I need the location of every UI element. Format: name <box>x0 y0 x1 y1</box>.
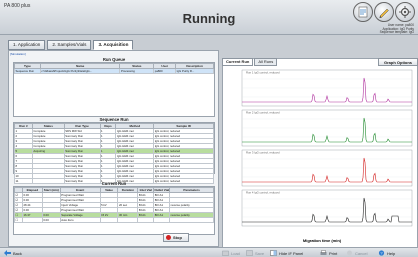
current-run-cell <box>21 217 43 223</box>
tools-icon[interactable] <box>395 2 415 22</box>
load-label: Load <box>231 250 240 256</box>
disk-icon <box>246 250 253 256</box>
tab-current-run[interactable]: Current Run <box>222 58 254 66</box>
run-queue-cell: c:\32karat\Projects\IgG Purity\Data\IgG.… <box>39 68 121 74</box>
current-run-cell: Auto Zero <box>59 217 101 223</box>
trace-label: Run 4 IgG control, reduced <box>246 191 280 195</box>
run-queue-section: Run Queue Type Name Status User Description … <box>13 57 215 117</box>
stop-button[interactable]: Stop <box>163 233 189 242</box>
help-button[interactable]: ? Help <box>378 249 395 257</box>
current-run-cell <box>169 217 214 223</box>
hide-panel-button[interactable]: Hide IF Panel <box>270 249 303 257</box>
simulation-label: [Simulation] <box>10 52 26 56</box>
printer-icon <box>320 250 327 255</box>
current-run-cell: 0.00 <box>41 217 61 223</box>
current-run-column-header[interactable]: Outlet Vial <box>153 187 171 193</box>
back-button[interactable]: Back <box>4 249 22 257</box>
x-axis-label: Migration time (min) <box>303 238 342 243</box>
run-queue-cell: IgG Purity R... <box>175 68 214 74</box>
run-queue-cell: Sequence Run <box>14 68 41 74</box>
cancel-icon <box>347 250 352 256</box>
panel-icon <box>270 250 277 256</box>
run-queue-cell: pa800 <box>153 68 177 74</box>
folder-icon <box>222 250 229 256</box>
stop-icon <box>166 235 171 240</box>
hide-panel-label: Hide IF Panel <box>279 250 304 256</box>
method-icon[interactable] <box>353 2 373 22</box>
tab-acquisition[interactable]: 3. Acquisition <box>93 40 134 50</box>
current-run-cell <box>153 217 171 223</box>
current-run-section: Current Run Elapsed Start (min) Event Value… <box>13 181 215 235</box>
run-queue-table: Type Name Status User Description Sequence R… <box>14 63 214 74</box>
tab-samples-vials[interactable]: 2. Samples/Vials <box>47 40 92 50</box>
save-button[interactable]: Save <box>246 249 264 257</box>
tab-application[interactable]: 1. Application <box>8 40 46 50</box>
user-info: User name: pa800 Application: IgG Purity… <box>379 23 414 35</box>
trace-label: Run 1 IgG control, reduced <box>246 71 280 75</box>
trace-label: Run 3 IgG control, reduced <box>246 151 280 155</box>
back-arrow-icon <box>4 250 11 256</box>
print-button[interactable]: Print <box>320 249 337 257</box>
load-button[interactable]: Load <box>222 249 240 257</box>
print-label: Print <box>329 250 338 256</box>
stop-label: Stop <box>173 235 182 240</box>
app-header: PA 800 plus Running User name: pa800 App… <box>0 0 418 35</box>
current-run-cell: ☐ <box>14 217 23 223</box>
app-name: PA 800 plus <box>4 3 31 9</box>
back-label: Back <box>13 250 22 256</box>
electropherogram-chart: Run 1 IgG control, reduced Run 2 IgG cont… <box>241 69 413 243</box>
current-run-table-box: Elapsed Start (min) Event Value Duration Inle… <box>13 186 215 235</box>
current-run-cell <box>99 217 119 223</box>
header-icons <box>353 2 415 22</box>
trace-label: Run 2 IgG control, reduced <box>246 111 280 115</box>
sequence-template-text: Sequence template: IgG <box>379 30 414 35</box>
table-row[interactable]: ☐ 0.00 Auto Zero <box>14 217 214 223</box>
graph-tabs: Current Run All Runs <box>222 58 278 66</box>
footer-bar: Back Load Save Hide IF Panel Print Cance… <box>0 247 418 257</box>
current-run-column-header[interactable]: Inlet Vial <box>137 187 155 193</box>
tab-all-runs[interactable]: All Runs <box>254 58 278 66</box>
help-label: Help <box>387 250 396 256</box>
sequence-run-section: Sequence Run Run # Status Run Type Reps Meth… <box>13 117 215 184</box>
acquisition-panel: [Simulation] Run Queue Type Name Status Use… <box>8 50 219 247</box>
run-queue-cell: Processing <box>119 68 155 74</box>
sequence-run-table: Run # Status Run Type Reps Method Sample ID 1… <box>14 123 214 184</box>
cancel-button[interactable]: Cancel <box>346 249 367 257</box>
current-run-column-header[interactable]: Start (min) <box>41 187 61 193</box>
sequence-run-table-box: Run # Status Run Type Reps Method Sample ID 1… <box>13 122 215 184</box>
graph-options-button[interactable]: Graph Options <box>378 58 418 66</box>
save-label: Save <box>255 250 265 256</box>
run-queue-table-box: Type Name Status User Description Sequence R… <box>13 62 215 117</box>
help-icon: ? <box>378 250 385 256</box>
current-run-table: Elapsed Start (min) Event Value Duration Inle… <box>14 187 214 223</box>
current-run-cell <box>117 217 139 223</box>
pencil-icon[interactable] <box>374 2 394 22</box>
current-run-cell <box>137 217 155 223</box>
cancel-label: Cancel <box>355 250 368 256</box>
workflow-tabs: 1. Application 2. Samples/Vials 3. Acqui… <box>8 40 134 50</box>
table-row[interactable]: Sequence Run c:\32karat\Projects\IgG Puri… <box>14 68 214 74</box>
